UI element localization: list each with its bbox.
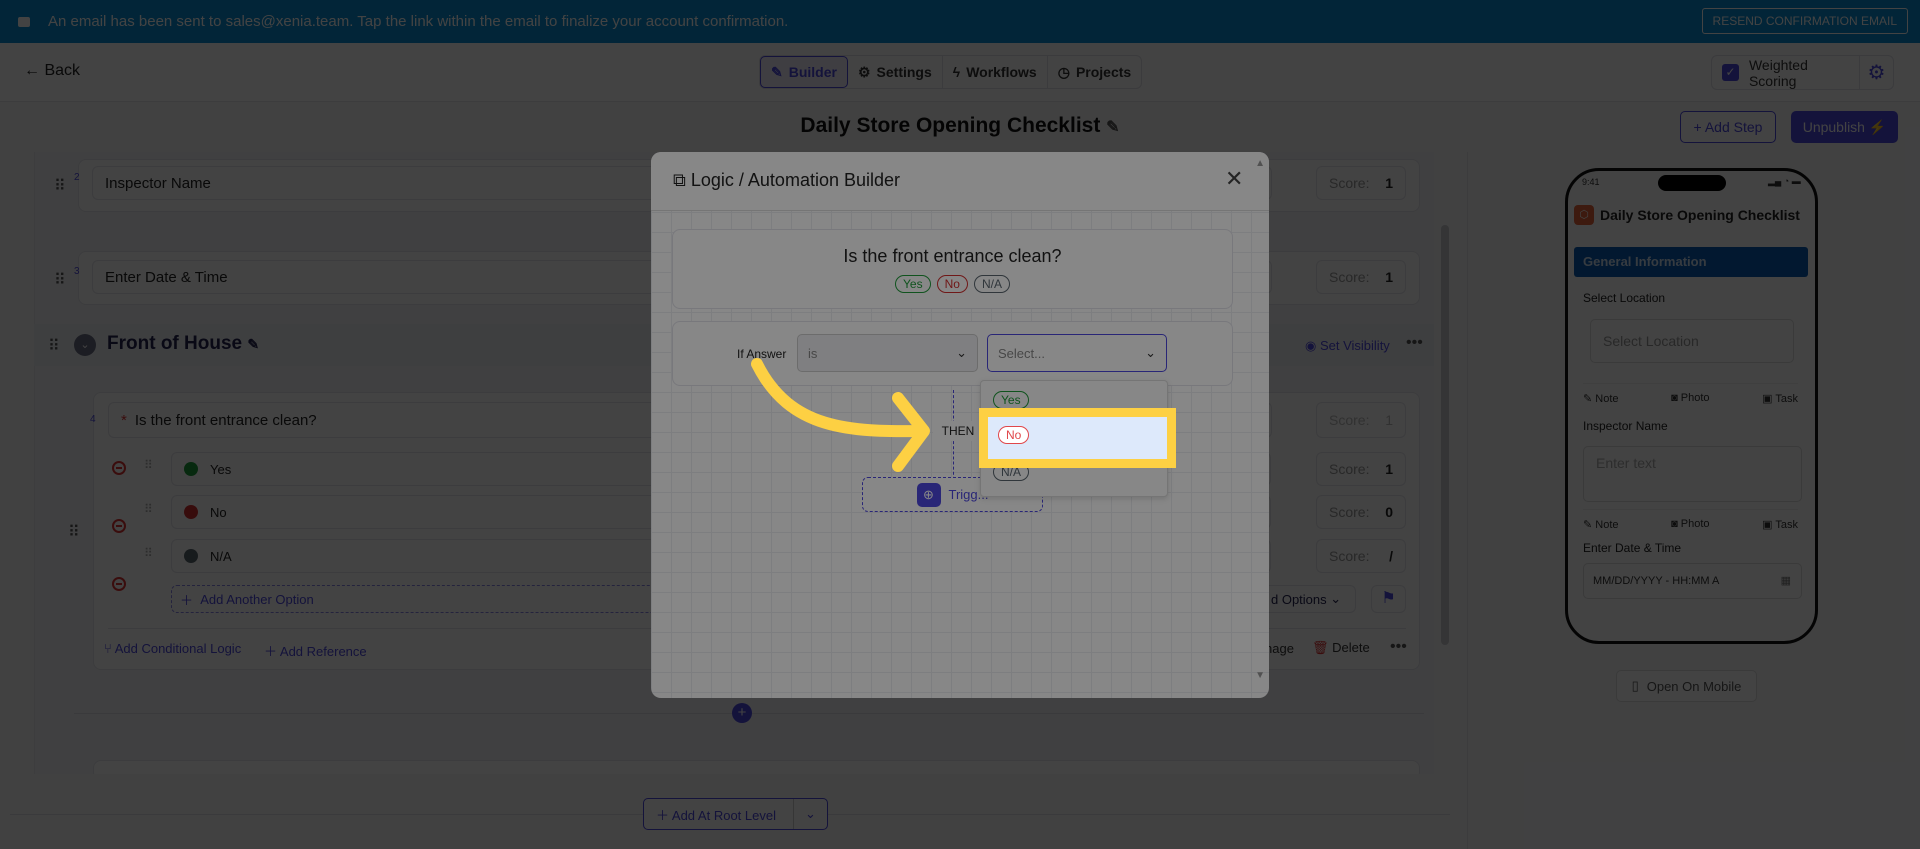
tutorial-arrow-icon bbox=[751, 358, 930, 472]
